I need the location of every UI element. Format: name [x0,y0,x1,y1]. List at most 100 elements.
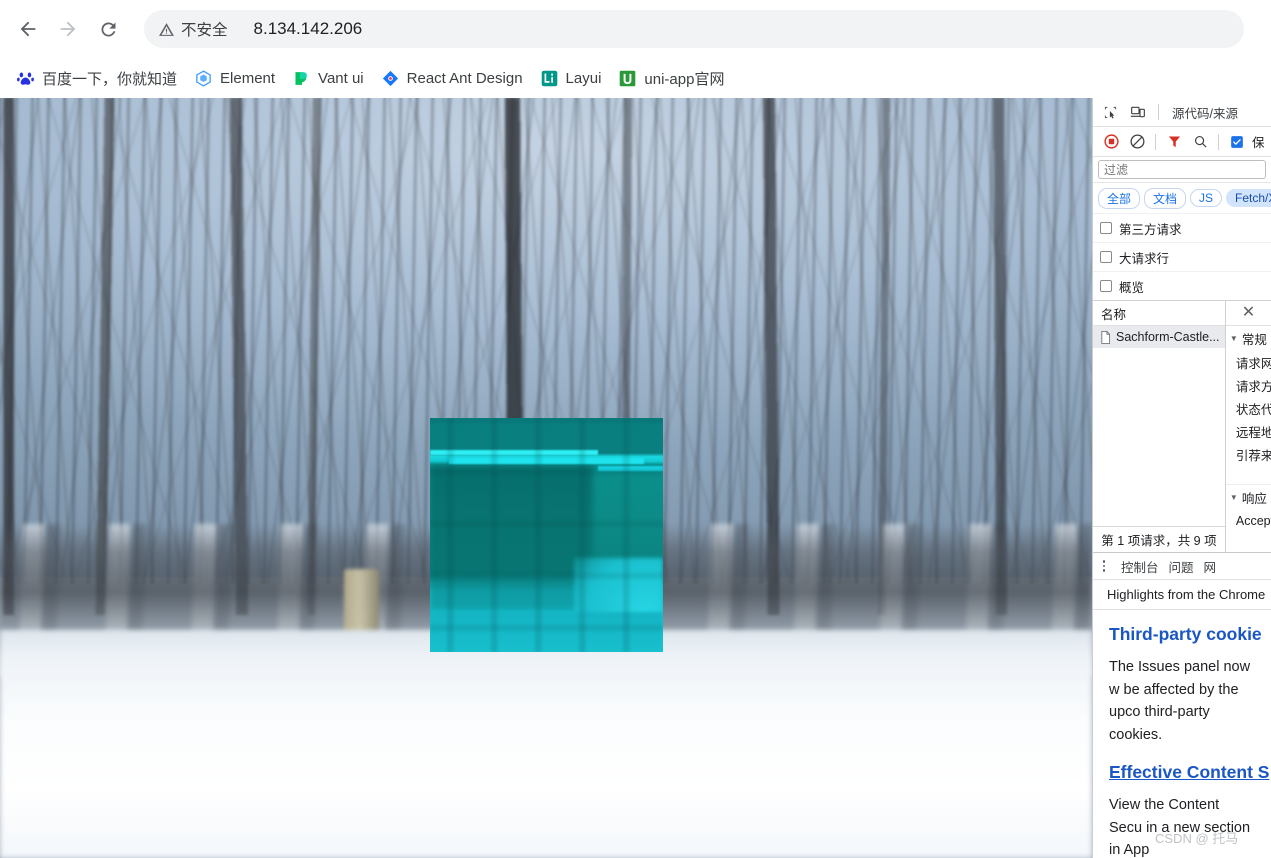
forward-arrow-icon [60,21,76,37]
bookmark-element[interactable]: Element [186,63,284,93]
more-vertical-icon[interactable] [1097,560,1111,572]
device-toolbar-button[interactable] [1125,100,1151,124]
request-list-row[interactable]: Sachform-Castle... [1093,326,1225,348]
checkbox-third-party[interactable]: 第三方请求 [1093,213,1271,242]
address-bar[interactable]: 不安全 8.134.142.206 [144,10,1244,48]
whats-new-body-2: View the Content Secu in a new section i… [1109,797,1251,858]
detail-field-accept: Accept [1235,513,1271,528]
bookmark-react-ant-design[interactable]: React Ant Design [373,63,532,93]
search-magnifier-icon [1194,135,1207,148]
drawer-tab-issues[interactable]: 问题 [1169,557,1194,576]
inspect-element-icon [1104,106,1116,118]
request-detail-pane: ✕ ▼ 常规 请求网 请求方 状态代 远程地 引荐来 ▼ 响应 Accept [1225,301,1271,552]
chip-all[interactable]: 全部 [1098,187,1141,209]
preserve-log-label: 保 [1252,136,1265,150]
chevron-down-icon: ▼ [1229,334,1238,343]
section-title: 常规 [1241,333,1267,347]
inspect-element-button[interactable] [1097,100,1123,124]
filter-row [1093,157,1271,183]
detail-section-general[interactable]: ▼ 常规 [1226,326,1271,351]
chip-fetch-xhr[interactable]: Fetch/XH [1226,189,1271,207]
checkbox-label: 概览 [1119,280,1145,295]
request-count-footer: 第 1 项请求，共 9 项 [1093,526,1225,552]
bookmark-uniapp[interactable]: uni-app官网 [610,63,733,93]
preserve-log-checkbox[interactable] [1224,130,1250,154]
bookmark-label: Vant ui [318,69,364,87]
element-hexagon-icon [196,69,211,87]
detail-section-response-headers[interactable]: ▼ 响应 [1225,484,1271,509]
bookmark-vant-ui[interactable]: Vant ui [284,63,373,93]
reload-button[interactable] [90,11,126,47]
detail-field-status-code: 状态代 [1235,403,1271,417]
whats-new-heading-1: Third-party cookie [1109,624,1262,644]
drawer-tabbar: 控制台 问题 网 [1093,552,1271,580]
overlay-texture [430,418,663,652]
ant-design-icon [382,70,398,86]
bookmark-label: Layui [565,69,602,87]
close-x-icon[interactable]: ✕ [1242,305,1255,321]
vant-icon [295,71,307,85]
warning-triangle-icon [159,22,174,36]
toolbar-separator [1218,133,1219,150]
checkbox-box-icon [1100,280,1112,292]
bookmark-label: React Ant Design [406,69,523,87]
checkbox-box-icon [1100,222,1112,234]
filter-input[interactable] [1098,160,1266,179]
detail-field-request-method: 请求方 [1235,380,1271,394]
tab-sources[interactable]: 源代码/来源 [1166,103,1244,122]
checkbox-big-request-rows[interactable]: 大请求行 [1093,242,1271,271]
request-name: Sachform-Castle... [1116,330,1220,344]
url-text: 8.134.142.206 [253,19,363,38]
devtools-panel: 源代码/来源 保 过滤 全部 文档 JS Fetch/ 第三方请求 大请求行 概… [1092,98,1271,858]
checkbox-overview[interactable]: 概览 [1093,271,1271,300]
bookmark-label: 百度一下，你就知道 [42,70,178,88]
checkbox-label: 第三方请求 [1119,222,1182,237]
uniapp-icon [620,70,636,86]
device-toolbar-icon [1130,106,1145,118]
whats-new-body-1: The Issues panel now w be affected by th… [1109,659,1251,743]
clear-no-entry-icon [1129,134,1145,149]
network-split-view: 名称 Sachform-Castle... 第 1 项请求，共 9 项 ✕ ▼ … [1093,300,1271,552]
browser-chrome: 不安全 8.134.142.206 百度一下，你就知道 Element Vant… [0,0,1271,98]
page-viewport[interactable] [0,98,1092,858]
request-list-empty-space [1093,348,1225,526]
security-status-chip[interactable]: 不安全 [152,14,238,44]
back-button[interactable] [10,11,46,47]
resource-type-chips: 全部 文档 JS Fetch/XH [1093,183,1271,213]
checkbox-checked-icon [1231,135,1243,148]
chip-js[interactable]: JS [1190,189,1223,207]
photo-snow-foreground-layer [0,630,1092,858]
drawer-tab-console[interactable]: 控制台 [1121,557,1159,576]
whats-new-content: Third-party cookie The Issues panel now … [1093,610,1271,858]
detail-field-request-url: 请求网 [1235,357,1271,371]
request-detail-header: ✕ [1225,301,1271,326]
record-stop-icon [1103,134,1119,149]
record-button[interactable] [1098,130,1124,154]
drawer-tab-network[interactable]: 网 [1204,557,1217,576]
devtools-tabbar: 源代码/来源 [1093,98,1271,127]
detail-field-referrer-policy: 引荐来 [1235,449,1271,463]
clear-button[interactable] [1124,130,1150,154]
forward-button[interactable] [50,11,86,47]
chip-doc[interactable]: 文档 [1144,187,1187,209]
bookmark-label: uni-app官网 [644,70,725,88]
document-icon [1101,330,1111,344]
toolbar-separator [1158,104,1159,120]
network-toolbar: 保 [1093,127,1271,157]
bookmark-label: Element [220,69,276,87]
toolbar-separator [1155,133,1156,150]
whats-new-subtitle: Highlights from the Chrome [1093,580,1271,610]
checkbox-box-icon [1100,251,1112,263]
bookmark-baidu[interactable]: 百度一下，你就知道 [8,63,186,93]
layui-icon [541,70,557,86]
whats-new-heading-2[interactable]: Effective Content S [1109,762,1269,783]
request-list-column-header[interactable]: 名称 [1093,301,1225,326]
section-title: 响应 [1241,491,1267,506]
browser-toolbar: 不安全 8.134.142.206 [0,0,1271,58]
search-button[interactable] [1187,130,1213,154]
teal-selection-overlay[interactable] [430,418,663,652]
request-list: 名称 Sachform-Castle... 第 1 项请求，共 9 项 [1093,301,1226,552]
filter-button[interactable] [1161,130,1187,154]
back-arrow-icon [20,21,36,37]
bookmark-layui[interactable]: Layui [532,63,611,93]
